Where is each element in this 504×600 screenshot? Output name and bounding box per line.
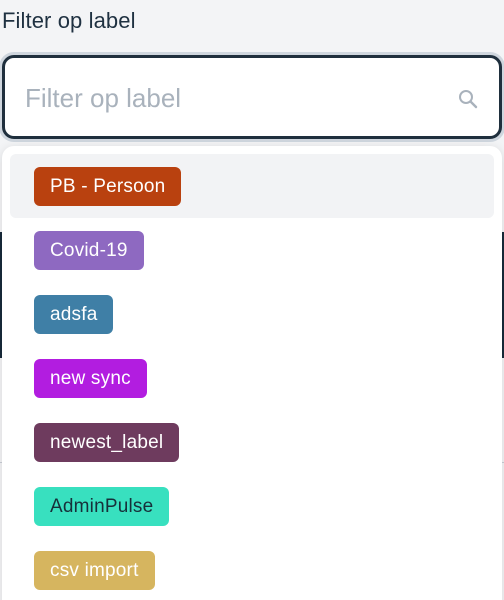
label-tag: adsfa: [34, 295, 114, 334]
label-option[interactable]: newest_label: [10, 410, 494, 474]
filter-search-input[interactable]: [25, 82, 445, 114]
label-tag: newest_label: [34, 423, 180, 462]
label-options-dropdown: PB - Persoon Covid-19 adsfa new sync new…: [2, 146, 502, 600]
filter-search-box[interactable]: [2, 55, 502, 139]
label-tag: new sync: [34, 359, 147, 398]
search-icon: [457, 88, 479, 110]
label-option[interactable]: PB - Persoon: [10, 154, 494, 218]
label-filter-panel: Filter op label PB - Persoon Covid-19 ad…: [0, 0, 504, 600]
filter-label: Filter op label: [2, 8, 136, 33]
label-option[interactable]: AdminPulse: [10, 474, 494, 538]
label-tag: csv import: [34, 551, 155, 590]
label-tag: Covid-19: [34, 231, 144, 270]
label-tag: AdminPulse: [34, 487, 170, 526]
label-option[interactable]: adsfa: [10, 282, 494, 346]
label-option[interactable]: csv import: [10, 538, 494, 600]
label-option[interactable]: Covid-19: [10, 218, 494, 282]
label-tag: PB - Persoon: [34, 167, 182, 206]
label-option[interactable]: new sync: [10, 346, 494, 410]
